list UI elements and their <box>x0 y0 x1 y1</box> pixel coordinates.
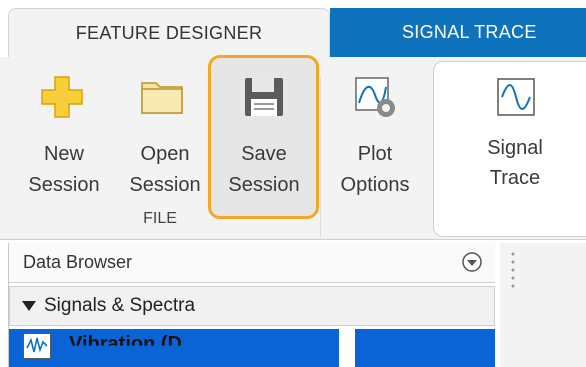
signal-trace-button[interactable]: Signal Trace <box>470 57 560 207</box>
plot-options-button[interactable]: Plot Options <box>330 57 420 207</box>
new-session-label: New Session <box>28 143 100 196</box>
open-session-button[interactable]: Open Session <box>122 57 208 207</box>
data-browser-title-bar: Data Browser <box>9 243 495 283</box>
signals-spectra-section[interactable]: Signals & Spectra <box>9 286 495 326</box>
save-icon <box>245 78 283 116</box>
tab-signal-trace[interactable]: SIGNAL TRACE <box>340 8 586 57</box>
list-item[interactable]: Vibration (D <box>9 329 495 367</box>
group-separator <box>320 77 321 237</box>
section-title: Signals & Spectra <box>44 295 196 316</box>
collapse-triangle-icon[interactable] <box>22 301 36 311</box>
plot-options-icon <box>355 77 395 117</box>
row-gap <box>339 329 355 367</box>
splitter-grip-icon[interactable] <box>508 250 518 290</box>
new-session-button[interactable]: New Session <box>24 57 104 207</box>
data-browser-panel: Data Browser Signals & Spectra Vibration… <box>8 243 495 367</box>
save-session-button[interactable]: Save Session <box>212 57 316 207</box>
signal-icon <box>23 333 51 359</box>
signal-trace-icon <box>497 78 535 116</box>
plot-options-label: Plot Options <box>340 143 410 196</box>
new-session-icon <box>41 76 83 118</box>
save-session-label: Save Session <box>228 143 300 196</box>
file-group-label: FILE <box>143 210 177 227</box>
data-browser-title: Data Browser <box>23 252 133 272</box>
open-session-label: Open Session <box>129 143 201 196</box>
tab-feature-designer[interactable]: FEATURE DESIGNER <box>8 8 330 57</box>
tab-strip: SIGNAL TRACE FEATURE DESIGNER <box>0 0 586 57</box>
signal-trace-label: Signal Trace <box>487 137 543 189</box>
folder-icon <box>141 82 183 114</box>
ribbon-toolstrip: New Session Open Session Save Session FI… <box>0 55 586 240</box>
signal-name: Vibration (D <box>69 333 182 355</box>
panel-menu-icon[interactable] <box>461 251 483 273</box>
